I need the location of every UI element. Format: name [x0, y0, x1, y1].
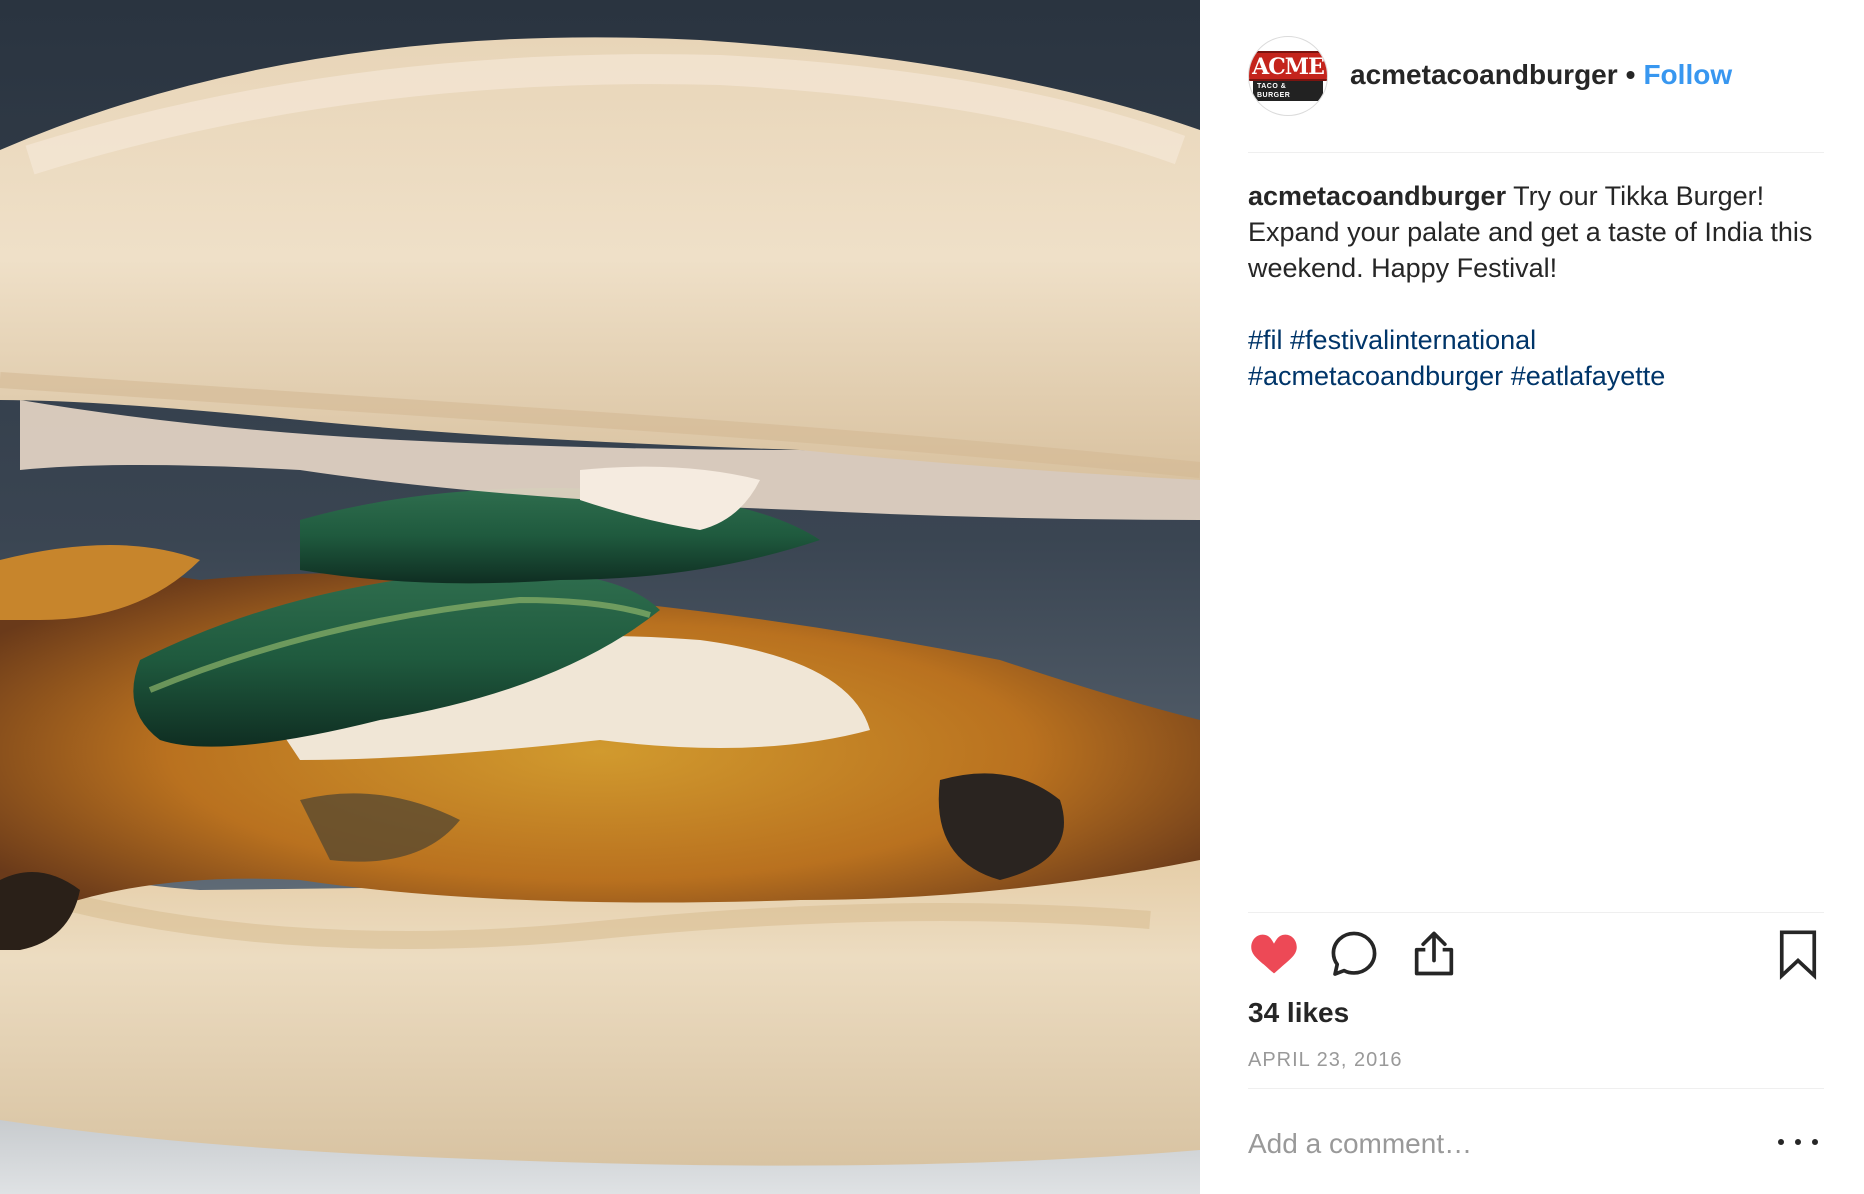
hashtag-link[interactable]: #fil [1248, 325, 1283, 355]
ellipsis-dot [1778, 1139, 1784, 1145]
caption-hashtags: #fil #festivalinternational #acmetacoand… [1248, 322, 1828, 394]
post-header: ACME TACO & BURGER acmetacoandburger • Fol… [1248, 36, 1824, 116]
caption-username[interactable]: acmetacoandburger [1248, 181, 1506, 211]
ellipsis-icon[interactable] [1778, 1132, 1818, 1152]
hashtag-link[interactable]: #eatlafayette [1511, 361, 1666, 391]
acme-logo: ACME TACO & BURGER [1249, 41, 1327, 111]
caption-body: acmetacoandburger Try our Tikka Burger! … [1248, 178, 1828, 286]
post-photo[interactable] [0, 0, 1200, 1194]
actions-divider [1248, 912, 1824, 913]
avatar[interactable]: ACME TACO & BURGER [1248, 36, 1328, 116]
comment-input[interactable] [1248, 1120, 1748, 1168]
logo-sub-text: TACO & BURGER [1253, 81, 1323, 101]
likes-count[interactable]: 34 likes [1248, 996, 1349, 1030]
comment-divider [1248, 1088, 1824, 1089]
heart-icon[interactable] [1248, 928, 1300, 980]
bookmark-icon[interactable] [1772, 928, 1824, 980]
header-text: acmetacoandburger • Follow [1350, 58, 1732, 92]
hashtag-link[interactable]: #festivalinternational [1290, 325, 1536, 355]
ellipsis-dot [1812, 1139, 1818, 1145]
comment-icon[interactable] [1328, 928, 1380, 980]
share-icon[interactable] [1408, 928, 1460, 980]
post-caption: acmetacoandburger Try our Tikka Burger! … [1248, 178, 1828, 394]
hashtag-link[interactable]: #acmetacoandburger [1248, 361, 1503, 391]
ellipsis-dot [1795, 1139, 1801, 1145]
comment-row [1248, 1110, 1824, 1180]
post-details-panel: ACME TACO & BURGER acmetacoandburger • Fol… [1200, 0, 1864, 1194]
follow-button[interactable]: Follow [1643, 59, 1732, 90]
burger-photo [0, 37, 1200, 1194]
header-divider [1248, 152, 1824, 153]
post-actions [1248, 928, 1824, 984]
separator-dot: • [1625, 59, 1636, 90]
post-date: APRIL 23, 2016 [1248, 1049, 1403, 1071]
logo-main-text: ACME [1249, 51, 1327, 81]
account-username[interactable]: acmetacoandburger [1350, 59, 1618, 90]
